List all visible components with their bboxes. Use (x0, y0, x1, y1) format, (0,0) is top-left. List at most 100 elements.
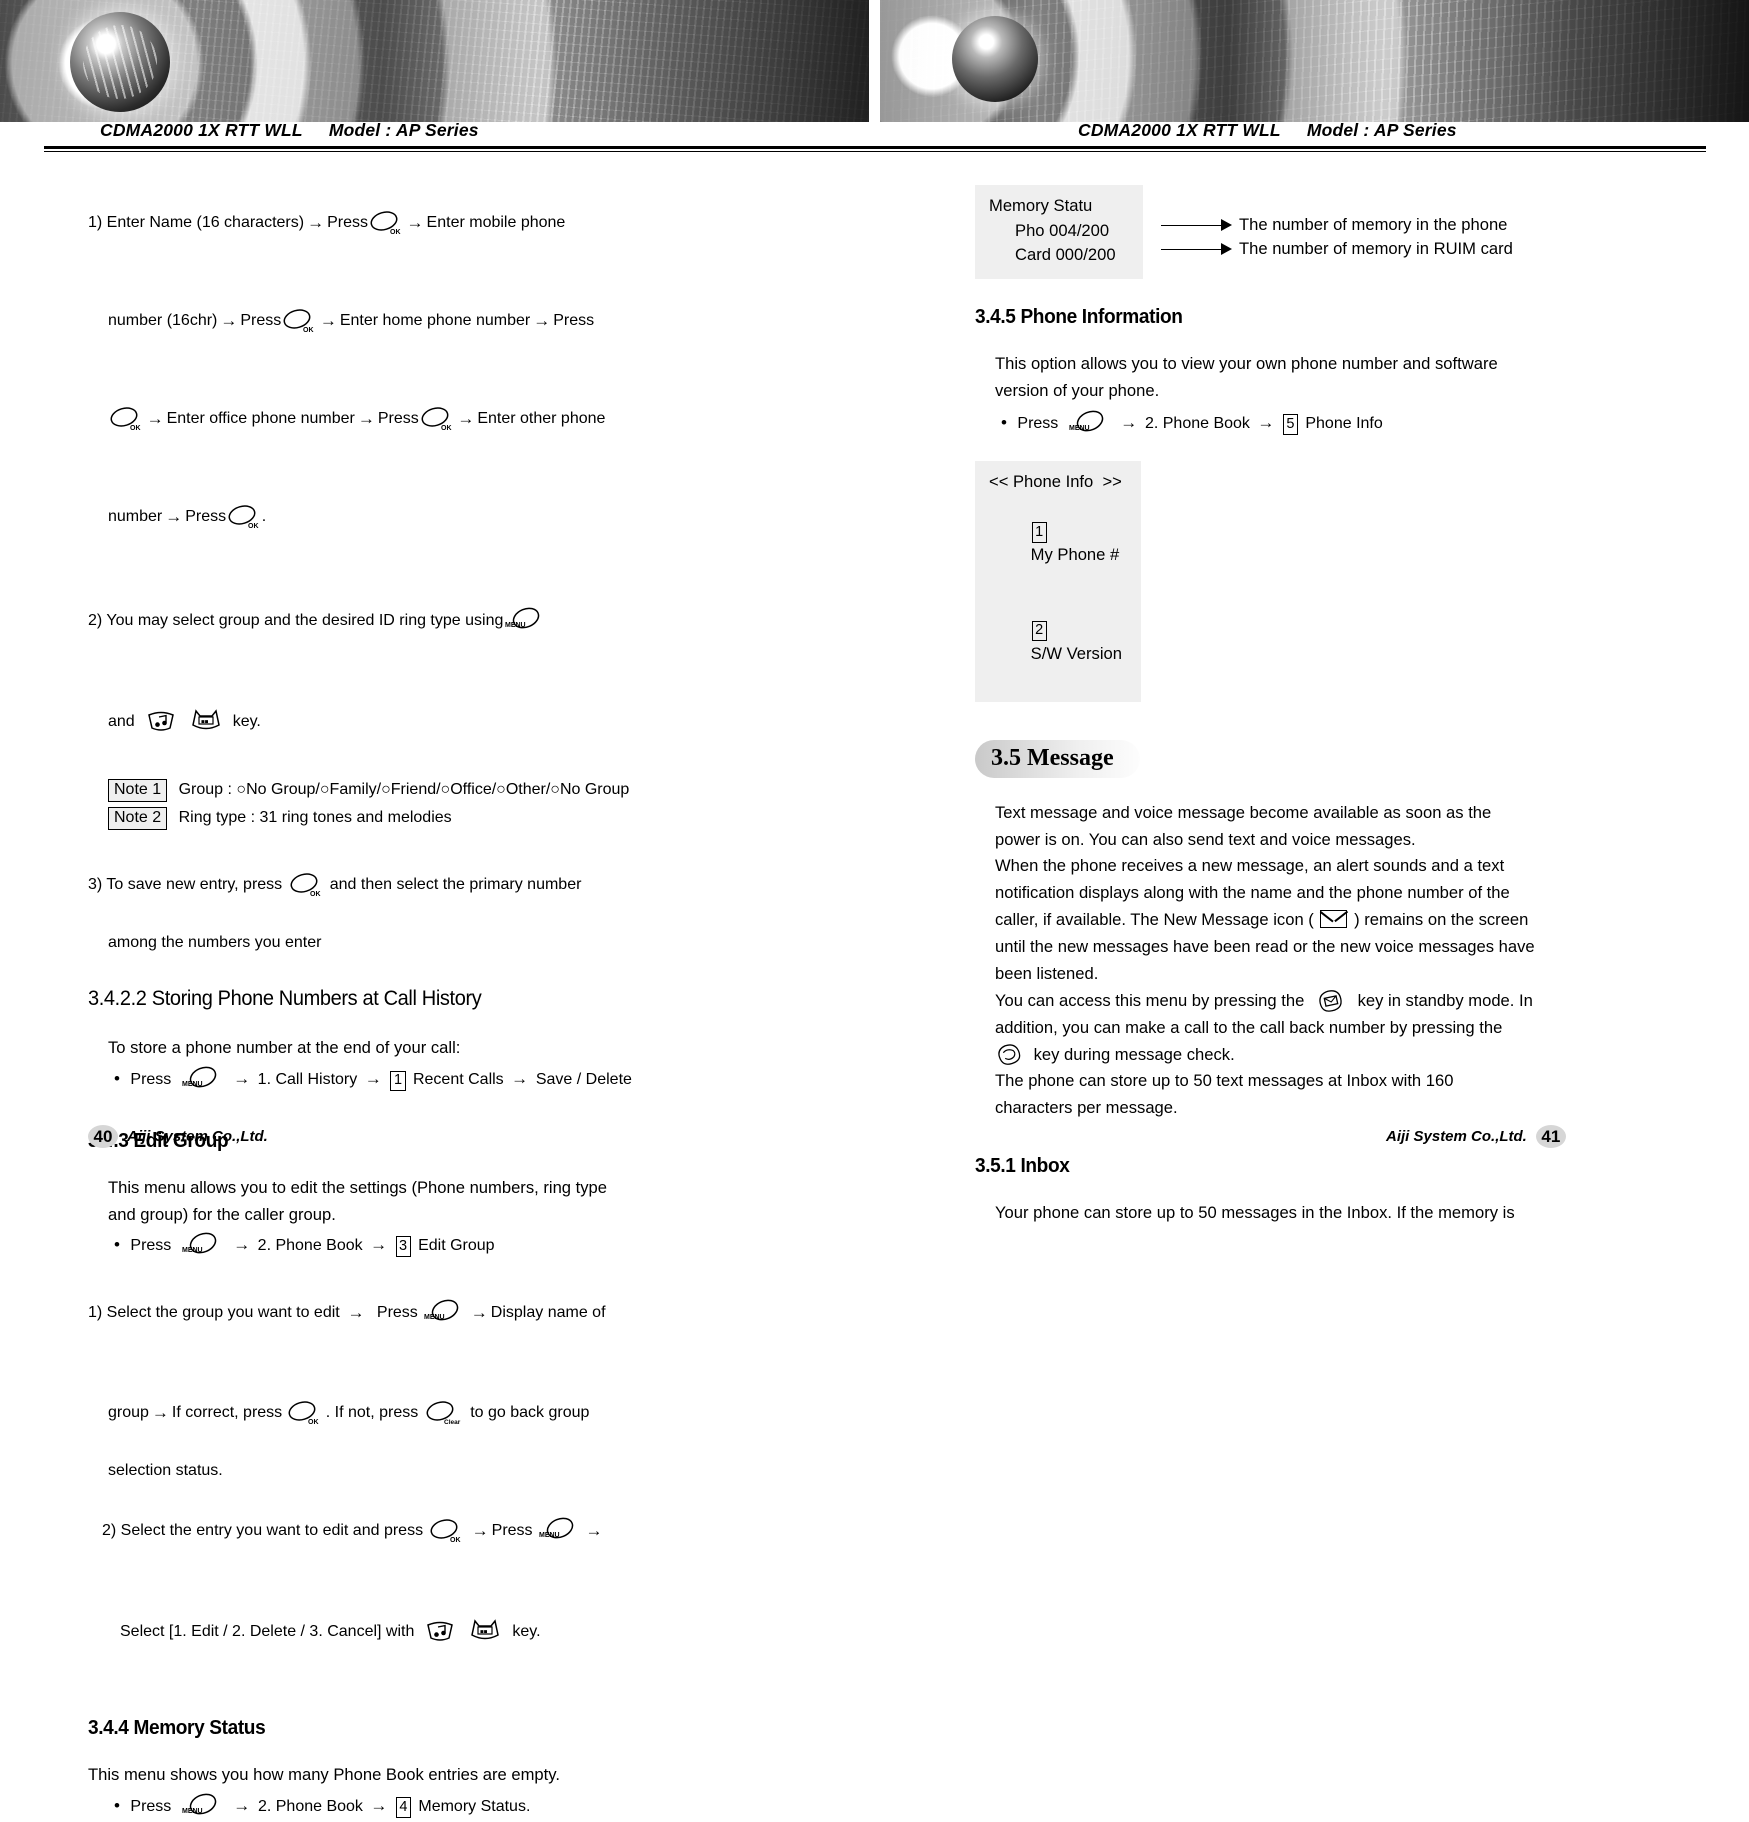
step-2-block: 2) You may select group and the desired … (88, 570, 778, 772)
arrow-icon: → (364, 1069, 387, 1089)
svg-text:OK: OK (308, 1419, 319, 1426)
svg-text:MENU: MENU (182, 1808, 203, 1815)
arrow-icon: → (357, 409, 375, 428)
section-345-intro-line-1: This option allows you to view your own … (995, 354, 1498, 373)
key-number-box: 5 (1282, 414, 1298, 435)
music-key-icon (143, 673, 179, 771)
arrow-icon: → (146, 409, 164, 428)
lcd-phone-info-item-2: 2 S/W Version (989, 592, 1127, 690)
svg-text:OK: OK (450, 1537, 461, 1544)
arrow-icon: → (1257, 412, 1275, 432)
display-key-icon: ■■ (187, 672, 225, 772)
heading-3-4-4: 3.4.4 Memory Status (88, 1715, 266, 1739)
section-344-path: • Press MENU → 2. Phone Book → 4 Memory … (88, 1792, 778, 1822)
callout-text-1: The number of memory in the phone (1239, 215, 1508, 234)
svg-text:MENU: MENU (182, 1247, 203, 1254)
lcd-phone-info-item-1: 1 My Phone # (989, 494, 1127, 592)
menu-path-2: Recent Calls (412, 1071, 504, 1089)
arrow-icon: → (511, 1069, 533, 1089)
s343-text-g: selection status. (108, 1461, 223, 1479)
running-head-left: CDMA2000 1X RTT WLL Model : AP Series (100, 120, 479, 141)
step-1-text-d: number (16chr) (108, 312, 218, 329)
step-2-text-a: 2) You may select group and the desired … (88, 612, 504, 629)
arrow-icon: → (165, 507, 183, 526)
step-3-text-a: 3) To save new entry, press (88, 876, 283, 893)
s35-line-5: caller, if available. The New Message ic… (995, 907, 1665, 934)
running-head-product-left: CDMA2000 1X RTT WLL (100, 120, 303, 140)
running-head-product-right: CDMA2000 1X RTT WLL (1078, 120, 1281, 140)
step-1-block: 1) Enter Name (16 characters) → Press OK… (88, 174, 778, 566)
svg-text:OK: OK (248, 523, 259, 530)
running-head-right: CDMA2000 1X RTT WLL Model : AP Series (1078, 120, 1457, 141)
section-343-path: • Press MENU → 2. Phone Book → 3 Edit Gr… (88, 1231, 778, 1261)
section-343-step-2: 2) Select the entry you want to edit and… (88, 1480, 778, 1682)
globe-graphic-left (70, 12, 170, 112)
menu-path-1: 2. Phone Book (257, 1236, 363, 1254)
globe-graphic-right (952, 16, 1038, 102)
bullet-icon: • (114, 1234, 120, 1254)
step-1-text-c: Enter mobile phone (426, 214, 566, 231)
step-1-line-2: number (16chr) → Press OK → Enter home p… (88, 272, 778, 370)
s35-line-7: been listened. (995, 963, 1099, 983)
svg-text:MENU: MENU (539, 1532, 560, 1539)
ok-key-icon: OK (288, 836, 324, 934)
clear-key-icon: Clear (424, 1364, 464, 1462)
svg-text:OK: OK (390, 229, 401, 236)
menu-path-2: Memory Status. (418, 1797, 531, 1815)
ok-key-icon: OK (286, 1364, 322, 1462)
lcd-row-phone: Pho 004/200 (1015, 220, 1110, 240)
message-key-icon (1315, 988, 1347, 1014)
callout-line-2 (1161, 249, 1225, 250)
s343-step1-line2: group → If correct, press OK . If not, p… (88, 1364, 778, 1462)
arrow-icon: → (533, 311, 551, 330)
s35-line-11: The phone can store up to 50 text messag… (995, 1071, 1454, 1091)
header-rule-thick (44, 146, 1706, 149)
ok-key-icon: OK (419, 370, 455, 468)
press-label: Press (491, 1521, 533, 1539)
s343-text-b: Display name of (490, 1303, 606, 1321)
header-banner-image (0, 0, 1749, 122)
lcd-item-1-label: My Phone # (1030, 545, 1120, 565)
step-2-line-2: and ■■ key. (88, 672, 778, 772)
bullet-icon: • (114, 1069, 120, 1089)
music-key-icon (422, 1583, 458, 1681)
ok-key-icon: OK (108, 370, 144, 468)
s35-text-a: caller, if available. The New Message ic… (995, 910, 1314, 930)
arrow-icon: → (233, 1069, 251, 1089)
s35-line-1: Text message and voice message become av… (995, 802, 1492, 822)
bullet-icon: • (1001, 412, 1007, 432)
step-1-text-h: number (108, 508, 163, 525)
header-rule-thin (44, 151, 1706, 152)
step-1-line-1: 1) Enter Name (16 characters) → Press OK… (88, 174, 778, 272)
press-label: Press (130, 1071, 172, 1089)
s343-text-a: 1) Select the group you want to edit (88, 1303, 340, 1321)
section-351-intro: Your phone can store up to 50 messages i… (995, 1203, 1515, 1223)
heading-3-5-message: 3.5 Message (975, 739, 1140, 778)
menu-path-1: 2. Phone Book (1144, 414, 1250, 432)
s343-step2-line2: Select [1. Edit / 2. Delete / 3. Cancel]… (88, 1582, 778, 1682)
menu-path-3: Save / Delete (535, 1071, 632, 1089)
section-35-paragraph: Text message and voice message become av… (975, 800, 1665, 1123)
s35-line-4: notification displays along with the nam… (995, 883, 1510, 903)
press-label: Press (130, 1797, 172, 1815)
step-3-text-c: among the numbers you enter (108, 934, 322, 951)
key-number-box: 1 (390, 1070, 406, 1092)
heading-3-4-5: 3.4.5 Phone Information (975, 305, 1183, 328)
menu-key-icon: MENU (180, 1792, 222, 1822)
s35-line-9: addition, you can make a call to the cal… (995, 1017, 1503, 1037)
heading-3-5-wrapper: 3.5 Message (975, 739, 1665, 778)
note-2-text: Ring type : 31 ring tones and melodies (178, 809, 452, 826)
section-343-intro-line-2: and group) for the caller group. (108, 1204, 336, 1224)
menu-key-icon: MENU (180, 1231, 222, 1261)
step-2-text-c: key. (232, 713, 261, 730)
s35-line-8: You can access this menu by pressing the… (995, 988, 1665, 1015)
svg-text:OK: OK (130, 425, 141, 432)
menu-key-icon: MENU (537, 1480, 579, 1582)
arrow-icon: → (1120, 412, 1142, 432)
menu-key-icon: MENU (180, 1065, 222, 1095)
lcd-phone-info-title: << Phone Info >> (989, 471, 1122, 491)
svg-text:■■: ■■ (480, 1629, 488, 1635)
step-2-line-1: 2) You may select group and the desired … (88, 570, 778, 672)
key-number-box: 1 (1031, 522, 1047, 543)
press-label: Press (185, 508, 227, 525)
